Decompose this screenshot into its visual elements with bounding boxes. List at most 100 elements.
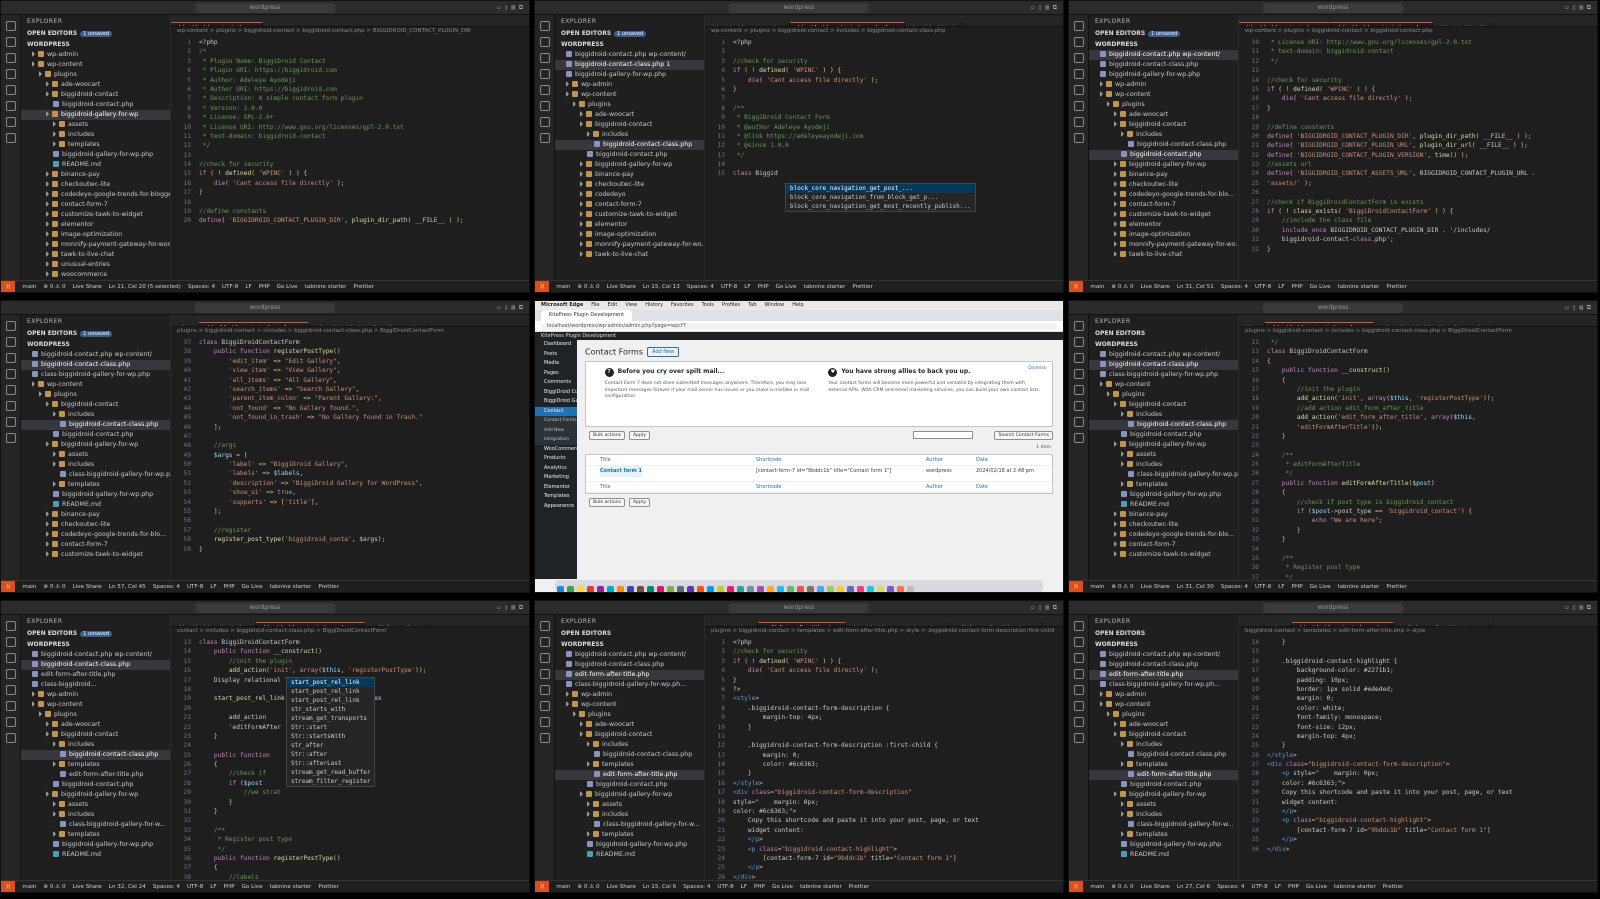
- status-item[interactable]: Spaces: 4: [1221, 584, 1248, 590]
- tree-item[interactable]: templates: [1089, 480, 1238, 490]
- open-editors-header[interactable]: OPEN EDITORS: [1089, 328, 1238, 339]
- tree-item[interactable]: wp-content: [1089, 380, 1238, 390]
- tree-item[interactable]: plugins: [1089, 710, 1238, 720]
- extensions-icon[interactable]: [1074, 385, 1084, 395]
- open-editors-header[interactable]: OPEN EDITORS: [1089, 628, 1238, 639]
- suggestion-item[interactable]: stream_get_read_buffer: [287, 768, 374, 777]
- tree-item[interactable]: biggidroid-gallery-for-wp: [555, 160, 704, 170]
- tree-item[interactable]: biggidroid-contact.php wp-content/: [555, 650, 704, 660]
- tree-item[interactable]: biggidroid-gallery-for-wp.php: [21, 490, 170, 500]
- tree-item[interactable]: image-optimization: [555, 230, 704, 240]
- status-item[interactable]: Live Share: [73, 884, 102, 890]
- wp-menu-item[interactable]: WooCommerce: [535, 445, 577, 455]
- tree-item[interactable]: biggidroid-contact.php: [1089, 150, 1238, 160]
- remote-icon[interactable]: [1074, 101, 1084, 111]
- column-footer[interactable]: Author: [926, 482, 943, 493]
- status-item[interactable]: ⊗ 0 ⚠ 0: [43, 284, 65, 290]
- tree-item[interactable]: biggidroid-gallery-for-wp.php: [21, 840, 170, 850]
- tree-item[interactable]: codedeyo-google-trends-for-bloggers: [21, 190, 170, 200]
- command-search-input[interactable]: wordpress: [1263, 3, 1403, 13]
- status-item[interactable]: ⊗ 0 ⚠ 0: [1111, 884, 1133, 890]
- wp-menu-item[interactable]: Media: [535, 359, 577, 369]
- tree-item[interactable]: README.md: [555, 850, 704, 860]
- tree-item[interactable]: biggidroid-gallery-for-wp.php: [1089, 70, 1238, 80]
- dock-app-icon[interactable]: [646, 585, 654, 592]
- code-editor[interactable]: 1 <?php 2 3//check for security 4 if ( ! defi…: [705, 36, 1063, 179]
- status-item[interactable]: Live Share: [1141, 884, 1170, 890]
- tree-item[interactable]: checkoutwc-lite: [555, 180, 704, 190]
- tree-item[interactable]: edit-form-after-title.php: [555, 670, 704, 680]
- wp-menu-item[interactable]: BiggiDroid Gallery: [535, 397, 577, 407]
- testing-icon[interactable]: [6, 117, 16, 127]
- files-icon[interactable]: [540, 621, 550, 631]
- tree-item[interactable]: assets: [21, 120, 170, 130]
- tree-item[interactable]: binance-pay: [21, 170, 170, 180]
- remote-indicator[interactable]: ⟩⟨: [1, 881, 16, 892]
- wp-menu-item[interactable]: Integration: [535, 435, 577, 445]
- dock-app-icon[interactable]: [666, 585, 674, 592]
- tree-item[interactable]: biggidroid-gallery-for-wp: [21, 440, 170, 450]
- suggestion-item[interactable]: block_core_navigation_get_most_recently_…: [786, 202, 975, 211]
- extensions-icon[interactable]: [6, 685, 16, 695]
- dock-app-icon[interactable]: [706, 585, 714, 592]
- tree-item[interactable]: class-biggidroid-gallery-for-wp.php: [1089, 470, 1238, 480]
- search-icon[interactable]: [1074, 637, 1084, 647]
- tree-item[interactable]: class-biggidroid-gallery-for-w...: [555, 820, 704, 830]
- tree-item[interactable]: biggidroid-contact-class.php: [1089, 750, 1238, 760]
- tree-item[interactable]: customize-tawk-to-widget: [1089, 550, 1238, 560]
- tree-item[interactable]: includes: [21, 810, 170, 820]
- docker-icon[interactable]: [6, 133, 16, 143]
- tree-item[interactable]: biggidroid-contact-class.php: [1089, 660, 1238, 670]
- tree-item[interactable]: biggidroid-contact-class.php: [21, 660, 170, 670]
- tree-item[interactable]: wp-admin: [21, 690, 170, 700]
- status-item[interactable]: PHP: [1292, 284, 1303, 290]
- status-item[interactable]: PHP: [259, 284, 270, 290]
- tree-item[interactable]: checkoutwc-lite: [1089, 520, 1238, 530]
- dock-app-icon[interactable]: [576, 585, 584, 592]
- tree-item[interactable]: biggidroid-gallery-for-wp.php: [1089, 490, 1238, 500]
- bulk-actions-select-bottom[interactable]: Bulk actions: [589, 498, 625, 507]
- source-control-icon[interactable]: [540, 53, 550, 63]
- open-editors-header[interactable]: OPEN EDITORS 1 unsaved: [21, 28, 170, 39]
- tree-item[interactable]: contact-form-7: [555, 200, 704, 210]
- status-item[interactable]: Prettier: [353, 284, 374, 290]
- tree-item[interactable]: customize-tawk-to-widget: [1089, 210, 1238, 220]
- status-item[interactable]: LF: [210, 584, 216, 590]
- workspace-header[interactable]: WORDPRESS: [555, 39, 704, 50]
- status-item[interactable]: tabnine starter: [1334, 884, 1376, 890]
- status-item[interactable]: Ln 32, Col 24: [109, 884, 146, 890]
- tree-item[interactable]: includes: [1089, 460, 1238, 470]
- remote-icon[interactable]: [540, 101, 550, 111]
- dock-app-icon[interactable]: [676, 585, 684, 592]
- docker-icon[interactable]: [1074, 133, 1084, 143]
- remote-icon[interactable]: [1074, 401, 1084, 411]
- tree-item[interactable]: wp-content: [1089, 90, 1238, 100]
- remote-indicator[interactable]: ⟩⟨: [535, 281, 550, 292]
- source-control-icon[interactable]: [6, 53, 16, 63]
- dock-app-icon[interactable]: [606, 585, 614, 592]
- tree-item[interactable]: edit-form-after-title.php: [555, 770, 704, 780]
- status-item[interactable]: Ln 27, Col 6: [1177, 884, 1210, 890]
- files-icon[interactable]: [1074, 321, 1084, 331]
- wp-menu-item[interactable]: Contact: [535, 406, 577, 416]
- suggestion-item[interactable]: stream_get_transports: [287, 714, 374, 723]
- tree-item[interactable]: biggidroid-gallery-for-wp: [1089, 790, 1238, 800]
- code-editor[interactable]: 1 <?php 2/* 3 * Plugin Name: BiggiDroid Con…: [171, 36, 529, 226]
- status-item[interactable]: PHP: [754, 884, 765, 890]
- extensions-icon[interactable]: [6, 385, 16, 395]
- bulk-actions-select[interactable]: Bulk actions: [589, 431, 625, 440]
- tree-item[interactable]: biggidroid-contact: [555, 120, 704, 130]
- tree-item[interactable]: includes: [1089, 810, 1238, 820]
- tree-item[interactable]: checkoutwc-lite: [21, 180, 170, 190]
- tree-item[interactable]: includes: [555, 740, 704, 750]
- open-editors-header[interactable]: OPEN EDITORS 1 unsaved: [1089, 28, 1238, 39]
- tree-item[interactable]: templates: [1089, 760, 1238, 770]
- status-item[interactable]: tabnine starter: [270, 884, 312, 890]
- status-item[interactable]: ⊗ 0 ⚠ 0: [1111, 284, 1133, 290]
- menu-item[interactable]: History: [645, 302, 663, 308]
- suggestion-item[interactable]: Str::startsWith: [287, 732, 374, 741]
- tree-item[interactable]: contact-form-7: [21, 200, 170, 210]
- status-item[interactable]: ⊗ 0 ⚠ 0: [1111, 584, 1133, 590]
- tree-item[interactable]: codedeyo-google-trends-for-blo...: [1089, 190, 1238, 200]
- wp-menu-item[interactable]: Comments: [535, 378, 577, 388]
